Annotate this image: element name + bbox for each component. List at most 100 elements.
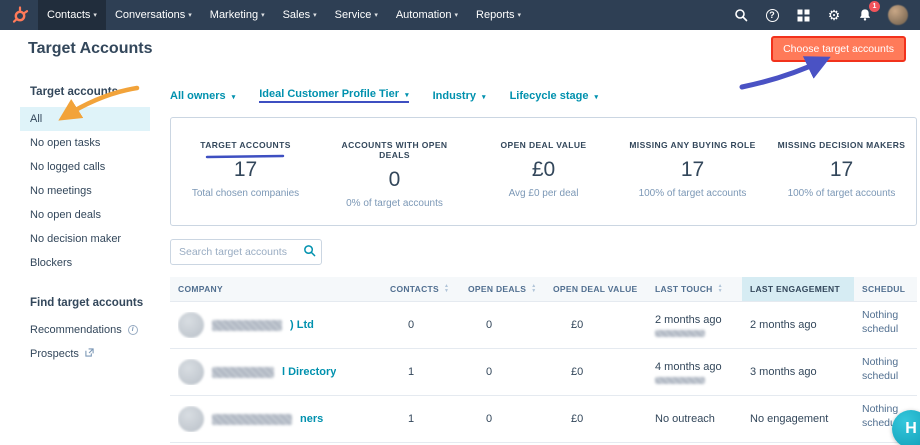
notifications-bell-icon[interactable]: 1 (857, 1, 880, 23)
stat-missing-decision-makers: MISSING DECISION MAKERS 17 100% of targe… (767, 140, 916, 209)
nav-item-label: Automation (395, 9, 452, 21)
stat-label: MISSING ANY BUYING ROLE (629, 140, 756, 150)
question-mark-glyph: ? (765, 8, 779, 22)
external-link-icon (85, 348, 94, 360)
column-header-open-deal-value[interactable]: OPEN DEAL VALUE ▲▼ (545, 277, 647, 302)
sort-icon[interactable]: ▲ ▼ (718, 284, 723, 294)
nav-item-contacts[interactable]: Contacts ▾ (38, 0, 106, 30)
stat-value: 17 (829, 158, 854, 181)
page-title: Target Accounts (28, 40, 153, 57)
chevron-down-icon: ▾ (231, 93, 236, 101)
contacts-cell: 1 (382, 395, 460, 443)
search-icon[interactable] (733, 7, 749, 23)
search-input[interactable] (170, 239, 322, 265)
user-avatar[interactable] (888, 5, 908, 25)
column-header-last-touch[interactable]: LAST TOUCH ▲ ▼ (647, 277, 742, 302)
chevron-down-icon: ▾ (454, 12, 459, 19)
sidebar-item-all[interactable]: All (20, 107, 150, 131)
sort-icon[interactable]: ▲ ▼ (531, 284, 536, 294)
column-header-open-deals[interactable]: OPEN DEALS ▲ ▼ (460, 277, 545, 302)
contacts-cell: 0 (382, 301, 460, 349)
marketplace-grid-icon[interactable] (795, 7, 811, 23)
chevron-down-icon: ▾ (374, 12, 378, 19)
sidebar-item-prospects[interactable]: Prospects (20, 342, 150, 366)
stat-subtext: 0% of target accounts (346, 198, 443, 209)
table-row[interactable]: ners 1 0 £0 No outreach No engagement No… (170, 395, 917, 443)
sidebar-item-label: No meetings (30, 185, 92, 197)
stat-missing-any-buying-role: MISSING ANY BUYING ROLE 17 100% of targe… (618, 140, 767, 209)
stat-subtext: 100% of target accounts (638, 188, 747, 199)
nav-item-automation[interactable]: Automation ▾ (387, 0, 467, 30)
column-header-contacts[interactable]: CONTACTS ▲ ▼ (382, 277, 460, 302)
nav-item-sales[interactable]: Sales ▾ (274, 0, 326, 30)
sidebar-item-no-meetings[interactable]: No meetings (20, 179, 150, 203)
sidebar-item-label: No logged calls (30, 161, 106, 173)
column-label: LAST ENGAGEMENT (750, 284, 840, 294)
sort-icon[interactable]: ▲ ▼ (444, 284, 449, 294)
nav-item-reports[interactable]: Reports ▾ (467, 0, 530, 30)
sidebar-item-no-logged-calls[interactable]: No logged calls (20, 155, 150, 179)
column-header-company[interactable]: COMPANY (170, 277, 382, 302)
nav-item-marketing[interactable]: Marketing ▾ (201, 0, 274, 30)
table-row[interactable]: ) Ltd 0 0 £0 2 months ago 2 months ago N… (170, 301, 917, 349)
help-beacon-button[interactable]: H (892, 410, 920, 445)
search-target-accounts (170, 239, 322, 265)
stat-value: 17 (680, 158, 705, 181)
stat-target-accounts: TARGET ACCOUNTS 17 Total chosen companie… (171, 140, 320, 209)
column-label: CONTACTS (390, 284, 439, 294)
filter-lifecycle-stage[interactable]: Lifecycle stage ▾ (510, 90, 598, 102)
sort-descending-icon[interactable]: ▼ (845, 286, 846, 293)
nav-item-service[interactable]: Service ▾ (326, 0, 387, 30)
redacted-detail (655, 329, 705, 337)
stat-subtext: 100% of target accounts (787, 188, 896, 199)
sidebar-item-blockers[interactable]: Blockers (20, 251, 150, 275)
info-icon: i (127, 325, 138, 335)
chevron-down-icon: ▾ (517, 12, 522, 19)
stat-value: £0 (531, 158, 556, 181)
nav-item-label: Service (334, 9, 372, 21)
summary-stats-card: TARGET ACCOUNTS 17 Total chosen companie… (170, 117, 917, 226)
page-header: Target Accounts Choose target accounts (0, 30, 920, 68)
open-deals-cell: 0 (460, 301, 545, 349)
page: Contacts ▾ Conversations ▾ Marketing ▾ S… (0, 0, 920, 445)
stat-label: MISSING DECISION MAKERS (777, 140, 906, 150)
nav-item-label: Marketing (209, 9, 259, 21)
sidebar-item-no-open-deals[interactable]: No open deals (20, 203, 150, 227)
filter-bar: All owners ▾ Ideal Customer Profile Tier… (170, 88, 917, 103)
hubspot-sprocket-logo-icon[interactable] (10, 5, 30, 25)
company-link[interactable]: l Directory (282, 366, 336, 378)
choose-target-accounts-button[interactable]: Choose target accounts (771, 36, 906, 62)
column-header-last-engagement[interactable]: LAST ENGAGEMENT ▼ i (742, 277, 854, 302)
sidebar-item-label: All (30, 113, 43, 125)
nav-item-conversations[interactable]: Conversations ▾ (106, 0, 201, 30)
open-deals-cell: 0 (460, 395, 545, 443)
last-touch-cell: No outreach (647, 395, 742, 443)
filter-all-owners[interactable]: All owners ▾ (170, 90, 235, 102)
column-label: OPEN DEAL VALUE (553, 284, 638, 294)
table-row[interactable]: l Directory 1 0 £0 4 months ago 3 months… (170, 348, 917, 396)
stat-open-deal-value: OPEN DEAL VALUE £0 Avg £0 per deal (469, 140, 618, 209)
settings-gear-icon[interactable]: ⚙ (826, 7, 842, 23)
company-link[interactable]: ners (300, 413, 323, 425)
redacted-company-name (212, 366, 274, 378)
contacts-cell: 1 (382, 348, 460, 396)
sidebar-item-label: No open tasks (30, 137, 101, 149)
chevron-down-icon: ▾ (594, 93, 599, 101)
sidebar-item-recommendations[interactable]: Recommendations i (20, 318, 150, 342)
search-icon[interactable] (303, 244, 316, 262)
sidebar-item-no-decision-maker[interactable]: No decision maker (20, 227, 150, 251)
sidebar-item-no-open-tasks[interactable]: No open tasks (20, 131, 150, 155)
filter-industry[interactable]: Industry ▾ (433, 90, 486, 102)
redacted-detail (655, 376, 705, 384)
company-avatar (178, 359, 204, 385)
stat-subtext: Total chosen companies (191, 188, 300, 199)
stat-accounts-with-open-deals: ACCOUNTS WITH OPEN DEALS 0 0% of target … (320, 140, 469, 209)
last-touch-text: 2 months ago (655, 313, 722, 326)
company-link[interactable]: ) Ltd (290, 319, 314, 331)
nav-item-label: Conversations (114, 9, 186, 21)
nav-item-label: Sales (282, 9, 311, 21)
column-header-scheduled[interactable]: SCHEDUL ▲▼ (854, 277, 917, 302)
help-icon[interactable]: ? (764, 7, 780, 23)
column-label: COMPANY (178, 284, 223, 294)
filter-ideal-customer-profile-tier[interactable]: Ideal Customer Profile Tier ▾ (259, 88, 409, 103)
